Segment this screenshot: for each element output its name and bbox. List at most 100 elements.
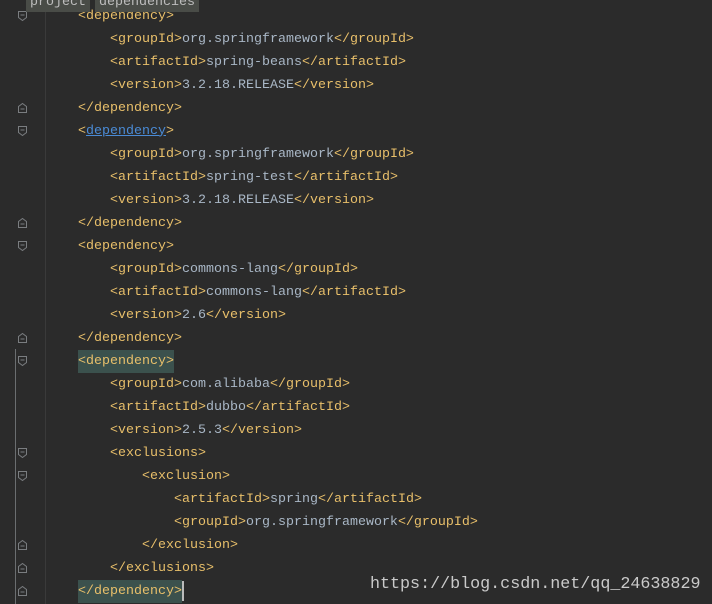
gutter-cell	[0, 304, 45, 327]
code-line[interactable]: <artifactId>dubbo</artifactId>	[0, 396, 712, 419]
line-text[interactable]: </exclusion>	[46, 534, 238, 557]
code-line[interactable]: </exclusion>	[0, 534, 712, 557]
code-line[interactable]: <groupId>commons-lang</groupId>	[0, 258, 712, 281]
line-text[interactable]: <version>2.6</version>	[46, 304, 286, 327]
fold-icon-outline	[17, 562, 27, 573]
fold-end-icon[interactable]	[17, 585, 27, 596]
fold-start-icon[interactable]	[17, 471, 27, 482]
code-lines[interactable]: <dependency> <groupId>org.springframewor…	[0, 5, 712, 603]
xml-text-value: commons-lang	[181, 261, 278, 277]
text-caret	[181, 581, 184, 601]
code-line[interactable]: </dependency>	[0, 327, 712, 350]
line-text[interactable]: <artifactId>commons-lang</artifactId>	[46, 281, 406, 304]
line-text[interactable]: </dependency>	[46, 327, 182, 350]
fold-end-icon[interactable]	[17, 332, 27, 343]
code-line[interactable]: <groupId>org.springframework</groupId>	[0, 143, 712, 166]
code-line[interactable]: <dependency>	[0, 120, 712, 143]
code-line[interactable]: <exclusion>	[0, 465, 712, 488]
line-text[interactable]: <artifactId>spring</artifactId>	[46, 488, 422, 511]
line-text[interactable]: <artifactId>spring-test</artifactId>	[46, 166, 398, 189]
code-line[interactable]: <artifactId>spring-test</artifactId>	[0, 166, 712, 189]
line-text[interactable]: <exclusion>	[46, 465, 230, 488]
code-line[interactable]: </dependency>	[0, 212, 712, 235]
gutter-cell	[0, 350, 45, 373]
xml-tag-name-link[interactable]: dependency	[86, 124, 166, 139]
xml-code-editor[interactable]: <dependency> <groupId>org.springframewor…	[0, 0, 712, 604]
xml-text-value: 3.2.18.RELEASE	[181, 77, 294, 93]
breadcrumb-item-dependencies[interactable]: dependencies	[95, 0, 199, 12]
fold-end-icon[interactable]	[17, 562, 27, 573]
xml-tag: </exclusions>	[110, 560, 214, 576]
fold-end-icon[interactable]	[17, 217, 27, 228]
gutter-cell	[0, 580, 45, 603]
fold-icon-outline	[17, 471, 27, 482]
code-line[interactable]: <dependency>	[0, 235, 712, 258]
xml-tag: <artifactId>	[173, 491, 270, 507]
fold-end-icon[interactable]	[17, 539, 27, 550]
line-text[interactable]: </dependency>	[46, 212, 182, 235]
line-text[interactable]: <groupId>org.springframework</groupId>	[46, 28, 414, 51]
breadcrumb-item-project[interactable]: project	[26, 0, 90, 12]
line-text[interactable]: <groupId>commons-lang</groupId>	[46, 258, 358, 281]
line-text[interactable]: <version>3.2.18.RELEASE</version>	[46, 74, 374, 97]
code-line[interactable]: <exclusions>	[0, 442, 712, 465]
xml-tag: </dependency>	[78, 100, 182, 116]
line-text[interactable]: <dependency>	[46, 120, 174, 143]
line-text[interactable]: <groupId>org.springframework</groupId>	[46, 511, 478, 534]
code-line[interactable]: <version>3.2.18.RELEASE</version>	[0, 74, 712, 97]
xml-tag: <	[78, 123, 86, 139]
code-line[interactable]: <groupId>com.alibaba</groupId>	[0, 373, 712, 396]
line-text[interactable]: <dependency>	[46, 235, 174, 258]
line-text[interactable]: <exclusions>	[46, 442, 206, 465]
xml-tag: </artifactId>	[301, 54, 406, 70]
breadcrumb: project dependencies	[26, 0, 199, 12]
line-text[interactable]: <version>2.5.3</version>	[46, 419, 302, 442]
xml-tag: <version>	[110, 307, 182, 323]
gutter-cell	[0, 419, 45, 442]
code-line[interactable]: <dependency>	[0, 349, 712, 373]
code-line[interactable]: </dependency>	[0, 97, 712, 120]
code-line[interactable]: <artifactId>spring-beans</artifactId>	[0, 51, 712, 74]
fold-start-icon[interactable]	[17, 126, 27, 137]
code-line[interactable]: <version>2.6</version>	[0, 304, 712, 327]
fold-start-icon[interactable]	[17, 241, 27, 252]
code-line[interactable]: <version>2.5.3</version>	[0, 419, 712, 442]
line-text[interactable]: <artifactId>spring-beans</artifactId>	[46, 51, 406, 74]
line-text[interactable]: <groupId>org.springframework</groupId>	[46, 143, 414, 166]
fold-start-icon[interactable]	[17, 448, 27, 459]
line-text[interactable]: </dependency>	[46, 579, 184, 603]
code-line[interactable]: <groupId>org.springframework</groupId>	[0, 28, 712, 51]
fold-start-icon[interactable]	[17, 11, 27, 22]
fold-icon-outline	[17, 217, 27, 228]
line-text[interactable]: <version>3.2.18.RELEASE</version>	[46, 189, 374, 212]
line-text[interactable]: </dependency>	[46, 97, 182, 120]
xml-tag: <groupId>	[110, 31, 182, 47]
line-text[interactable]: <artifactId>dubbo</artifactId>	[46, 396, 350, 419]
xml-tag: <groupId>	[110, 261, 182, 277]
code-line[interactable]: <artifactId>spring</artifactId>	[0, 488, 712, 511]
xml-tag: </dependency>	[78, 330, 182, 346]
code-line[interactable]: <artifactId>commons-lang</artifactId>	[0, 281, 712, 304]
xml-tag: <version>	[110, 192, 182, 208]
xml-tag: <artifactId>	[110, 54, 206, 70]
xml-tag: </version>	[293, 192, 374, 208]
line-text[interactable]: </exclusions>	[46, 557, 214, 580]
xml-tag: <artifactId>	[110, 284, 206, 300]
line-text[interactable]: <dependency>	[46, 349, 174, 373]
line-text[interactable]: <groupId>com.alibaba</groupId>	[46, 373, 350, 396]
code-line[interactable]: <groupId>org.springframework</groupId>	[0, 511, 712, 534]
fold-icon-outline	[17, 102, 27, 113]
fold-start-icon[interactable]	[17, 356, 27, 367]
code-line[interactable]: <version>3.2.18.RELEASE</version>	[0, 189, 712, 212]
fold-end-icon[interactable]	[17, 102, 27, 113]
